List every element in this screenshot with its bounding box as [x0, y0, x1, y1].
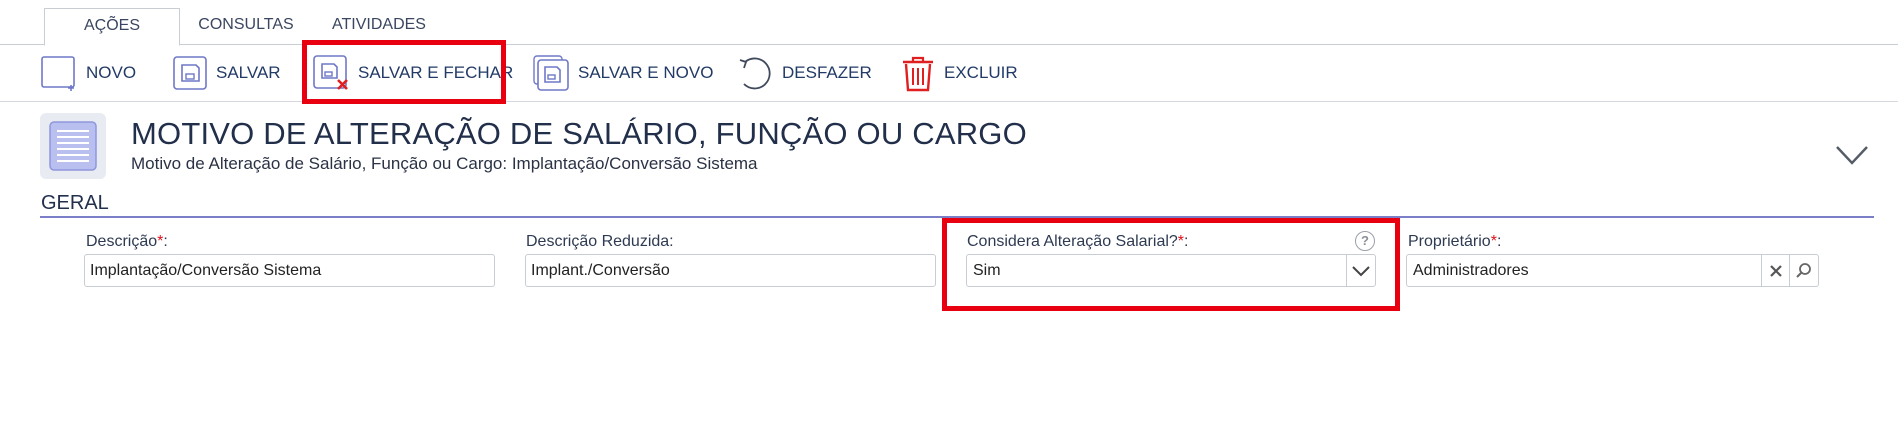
excluir-label: EXCLUIR — [944, 63, 1018, 82]
descricao-input[interactable] — [84, 254, 495, 287]
trash-icon — [903, 56, 933, 92]
document-icon — [40, 113, 106, 179]
page-title: MOTIVO DE ALTERAÇÃO DE SALÁRIO, FUNÇÃO O… — [131, 116, 1027, 151]
desfazer-button[interactable]: DESFAZER — [736, 54, 872, 92]
salvar-fechar-button[interactable]: SALVAR E FECHAR — [312, 54, 513, 92]
salvar-novo-label: SALVAR E NOVO — [578, 63, 714, 82]
tab-acoes[interactable]: AÇÕES — [44, 8, 180, 46]
considera-select[interactable]: Sim — [966, 254, 1376, 287]
proprietario-label: Proprietário*: — [1408, 233, 1502, 250]
descricao-label: Descrição*: — [86, 233, 168, 250]
salvar-button[interactable]: SALVAR — [172, 54, 281, 92]
save-close-icon — [313, 55, 348, 90]
salvar-fechar-label: SALVAR E FECHAR — [358, 63, 514, 82]
excluir-button[interactable]: EXCLUIR — [900, 54, 1018, 92]
undo-icon — [739, 57, 771, 90]
tab-bar: AÇÕES CONSULTAS ATIVIDADES — [0, 0, 1898, 46]
chevron-down-icon — [1352, 266, 1370, 277]
save-icon — [173, 56, 207, 90]
chevron-down-icon — [1836, 146, 1868, 165]
descricao-reduzida-label: Descrição Reduzida: — [526, 233, 674, 250]
section-title: GERAL — [41, 192, 109, 214]
new-doc-icon — [41, 56, 75, 91]
desfazer-label: DESFAZER — [782, 63, 872, 82]
toolbar: NOVO SALVAR SALVAR E FECHAR SALVAR E NOV… — [0, 44, 1898, 102]
proprietario-clear-button[interactable] — [1761, 255, 1790, 286]
tab-atividades[interactable]: ATIVIDADES — [324, 8, 434, 44]
help-icon[interactable]: ? — [1355, 231, 1375, 251]
section-divider — [40, 216, 1874, 218]
novo-label: NOVO — [86, 63, 137, 82]
save-new-icon — [533, 55, 569, 91]
clear-icon — [1770, 264, 1782, 277]
salvar-novo-button[interactable]: SALVAR E NOVO — [532, 54, 713, 92]
considera-dropdown-toggle[interactable] — [1346, 255, 1375, 286]
novo-button[interactable]: NOVO — [40, 54, 136, 92]
collapse-button[interactable] — [1834, 140, 1870, 170]
proprietario-lookup[interactable]: Administradores — [1406, 254, 1819, 287]
considera-label: Considera Alteração Salarial?*: — [967, 233, 1189, 250]
proprietario-search-button[interactable] — [1789, 255, 1818, 286]
considera-value: Sim — [973, 262, 1001, 279]
descricao-reduzida-input[interactable] — [525, 254, 936, 287]
page-subtitle: Motivo de Alteração de Salário, Função o… — [131, 154, 758, 173]
search-icon — [1796, 262, 1811, 278]
salvar-label: SALVAR — [216, 63, 281, 82]
proprietario-value: Administradores — [1413, 262, 1529, 279]
tab-consultas[interactable]: CONSULTAS — [190, 8, 302, 44]
